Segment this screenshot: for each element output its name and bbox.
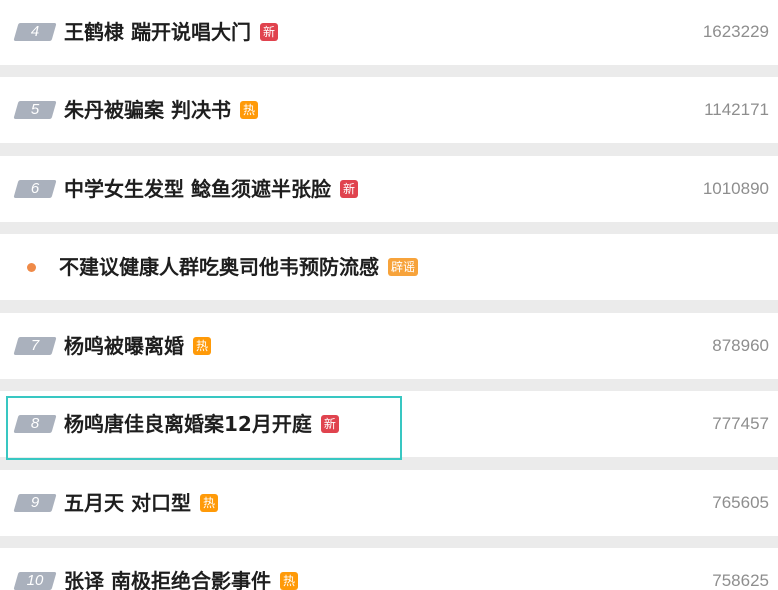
hot-tag-badge: 热 — [199, 494, 218, 512]
list-item[interactable]: 4 王鹤棣 踹开说唱大门 新 1623229 — [0, 0, 778, 65]
list-item-rumor[interactable]: 不建议健康人群吃奥司他韦预防流感 辟谣 — [0, 234, 778, 300]
rank-badge: 6 — [13, 180, 57, 198]
new-tag-badge: 新 — [259, 23, 278, 41]
item-title-link[interactable]: 王鹤棣 踹开说唱大门 新 — [64, 18, 278, 46]
heat-count: 1623229 — [702, 22, 769, 41]
item-title[interactable]: 五月天 对口型 — [64, 489, 191, 517]
item-title[interactable]: 王鹤棣 踹开说唱大门 — [64, 18, 251, 46]
heat-count: 878960 — [712, 336, 769, 355]
rank-badge: 10 — [13, 572, 57, 590]
list-item[interactable]: 7 杨鸣被曝离婚 热 878960 — [0, 313, 778, 379]
rank-badge: 8 — [13, 415, 57, 433]
new-tag-badge: 新 — [339, 180, 358, 198]
item-title-link[interactable]: 不建议健康人群吃奥司他韦预防流感 辟谣 — [59, 253, 419, 281]
rank-badge: 4 — [13, 23, 57, 41]
new-tag-badge: 新 — [320, 415, 339, 433]
rank-badge: 5 — [13, 101, 57, 119]
heat-count: 758625 — [712, 571, 769, 590]
hot-search-list: 4 王鹤棣 踹开说唱大门 新 1623229 5 朱丹被骗案 判决书 热 114… — [0, 0, 778, 590]
heat-count: 1010890 — [702, 179, 769, 198]
bullet-dot-icon — [27, 263, 36, 272]
hot-tag-badge: 热 — [193, 337, 212, 355]
item-title[interactable]: 不建议健康人群吃奥司他韦预防流感 — [59, 253, 379, 281]
item-title-link[interactable]: 张译 南极拒绝合影事件 热 — [64, 567, 298, 590]
heat-count: 1142171 — [704, 100, 769, 119]
item-title[interactable]: 张译 南极拒绝合影事件 — [64, 567, 271, 590]
rumor-tag-badge: 辟谣 — [388, 258, 419, 276]
heat-count: 765605 — [712, 493, 769, 512]
list-item[interactable]: 10 张译 南极拒绝合影事件 热 758625 — [0, 548, 778, 590]
item-title-link[interactable]: 杨鸣被曝离婚 热 — [64, 332, 212, 360]
item-title-link[interactable]: 杨鸣唐佳良离婚案12月开庭 新 — [64, 410, 339, 438]
heat-count: 777457 — [712, 414, 769, 433]
item-title-link[interactable]: 朱丹被骗案 判决书 热 — [64, 96, 258, 124]
rank-badge: 9 — [13, 494, 57, 512]
item-title[interactable]: 杨鸣唐佳良离婚案12月开庭 — [64, 410, 312, 438]
list-item[interactable]: 6 中学女生发型 鲶鱼须遮半张脸 新 1010890 — [0, 156, 778, 222]
item-title[interactable]: 杨鸣被曝离婚 — [64, 332, 184, 360]
item-title-link[interactable]: 五月天 对口型 热 — [64, 489, 218, 517]
list-item[interactable]: 5 朱丹被骗案 判决书 热 1142171 — [0, 77, 778, 143]
hot-tag-badge: 热 — [279, 572, 298, 590]
item-title[interactable]: 中学女生发型 鲶鱼须遮半张脸 — [64, 175, 331, 203]
item-title-link[interactable]: 中学女生发型 鲶鱼须遮半张脸 新 — [64, 175, 358, 203]
hot-tag-badge: 热 — [239, 101, 258, 119]
item-title[interactable]: 朱丹被骗案 判决书 — [64, 96, 231, 124]
list-item[interactable]: 9 五月天 对口型 热 765605 — [0, 470, 778, 536]
rank-badge: 7 — [13, 337, 57, 355]
list-item[interactable]: 8 杨鸣唐佳良离婚案12月开庭 新 777457 — [0, 391, 778, 457]
